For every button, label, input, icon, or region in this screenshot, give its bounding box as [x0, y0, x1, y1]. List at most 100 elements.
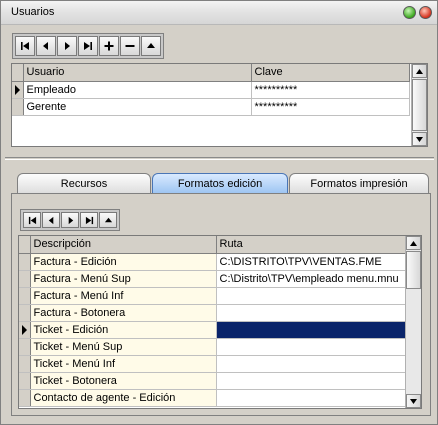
first-record-icon — [28, 216, 36, 224]
scroll-down-button[interactable] — [406, 394, 421, 408]
previous-record-icon — [48, 216, 53, 224]
formats-navigator — [20, 209, 120, 231]
ruta-cell[interactable] — [216, 304, 406, 322]
scroll-up-icon — [410, 240, 417, 246]
first-record-icon — [21, 42, 29, 50]
users-table: Usuario Clave Empleado ********** Gerent… — [12, 64, 410, 116]
table-row[interactable]: Empleado ********** — [12, 81, 410, 99]
scroll-down-button[interactable] — [412, 132, 427, 146]
row-indicator — [19, 338, 31, 356]
usuarios-window: Usuarios Usuario Clave Empleado ********… — [0, 0, 438, 425]
descripcion-cell[interactable]: Factura - Menú Inf — [30, 287, 217, 305]
descripcion-cell[interactable]: Ticket - Botonera — [30, 372, 217, 390]
add-record-icon — [104, 41, 114, 51]
descripcion-cell[interactable]: Factura - Menú Sup — [30, 270, 217, 288]
delete-record-icon — [125, 45, 135, 47]
table-row[interactable]: Gerente ********** — [12, 98, 410, 116]
move-up-icon — [147, 43, 155, 48]
row-indicator — [19, 372, 31, 390]
move-up-button[interactable] — [99, 212, 117, 228]
table-row[interactable]: Ticket - Menú Inf — [19, 355, 406, 373]
scroll-thumb[interactable] — [406, 251, 421, 289]
table-row[interactable]: Factura - Menú Sup C:\Distrito\TPV\emple… — [19, 270, 406, 288]
ruta-cell-selected[interactable] — [216, 321, 406, 339]
usuario-cell[interactable]: Empleado — [23, 81, 252, 99]
table-row[interactable]: Ticket - Edición — [19, 321, 406, 339]
column-header-ruta[interactable]: Ruta — [216, 236, 406, 254]
row-indicator — [19, 321, 31, 339]
last-record-button[interactable] — [80, 212, 98, 228]
delete-record-button[interactable] — [120, 36, 140, 56]
table-row[interactable]: Ticket - Botonera — [19, 372, 406, 390]
scroll-up-button[interactable] — [406, 236, 421, 250]
ruta-cell[interactable]: C:\Distrito\TPV\empleado menu.mnu — [216, 270, 406, 288]
column-header-descripcion[interactable]: Descripción — [30, 236, 217, 254]
table-row[interactable]: Contacto de agente - Edición — [19, 389, 406, 407]
close-button[interactable] — [419, 6, 432, 19]
formats-table: Descripción Ruta Factura - Edición C:\DI… — [19, 236, 406, 407]
last-record-button[interactable] — [78, 36, 98, 56]
formats-scrollbar[interactable] — [405, 236, 421, 408]
descripcion-cell[interactable]: Factura - Botonera — [30, 304, 217, 322]
users-scrollbar[interactable] — [411, 64, 427, 146]
ruta-cell[interactable] — [216, 355, 406, 373]
row-indicator — [19, 287, 31, 305]
ruta-cell[interactable] — [216, 338, 406, 356]
window-title: Usuarios — [11, 6, 55, 18]
next-record-icon — [68, 216, 73, 224]
scroll-up-icon — [416, 68, 423, 74]
row-indicator — [12, 98, 24, 116]
previous-record-icon — [43, 42, 48, 50]
move-up-button[interactable] — [141, 36, 161, 56]
scroll-thumb[interactable] — [412, 79, 427, 131]
tab-formatos-impresion[interactable]: Formatos impresión — [289, 173, 429, 195]
column-header-usuario[interactable]: Usuario — [23, 64, 252, 82]
last-record-icon — [85, 216, 93, 224]
row-indicator — [19, 304, 31, 322]
usuario-cell[interactable]: Gerente — [23, 98, 252, 116]
row-indicator — [19, 355, 31, 373]
users-grid: Usuario Clave Empleado ********** Gerent… — [11, 63, 428, 147]
formats-header-row: Descripción Ruta — [19, 236, 406, 254]
descripcion-cell[interactable]: Ticket - Menú Inf — [30, 355, 217, 373]
clave-cell[interactable]: ********** — [251, 81, 410, 99]
descripcion-cell[interactable]: Contacto de agente - Edición — [30, 389, 217, 407]
tab-recursos[interactable]: Recursos — [17, 173, 151, 195]
title-bar: Usuarios — [1, 1, 437, 25]
next-record-button[interactable] — [57, 36, 77, 56]
row-indicator — [19, 270, 31, 288]
move-up-icon — [104, 217, 112, 222]
table-row[interactable]: Factura - Menú Inf — [19, 287, 406, 305]
scroll-down-icon — [416, 136, 423, 142]
splitter[interactable] — [5, 157, 434, 160]
scroll-up-button[interactable] — [412, 64, 427, 78]
first-record-button[interactable] — [15, 36, 35, 56]
ruta-cell[interactable] — [216, 372, 406, 390]
scroll-down-icon — [410, 398, 417, 404]
next-record-icon — [65, 42, 70, 50]
previous-record-button[interactable] — [42, 212, 60, 228]
previous-record-button[interactable] — [36, 36, 56, 56]
descripcion-cell[interactable]: Factura - Edición — [30, 253, 217, 271]
descripcion-cell[interactable]: Ticket - Menú Sup — [30, 338, 217, 356]
table-row[interactable]: Factura - Edición C:\DISTRITO\TPV\VENTAS… — [19, 253, 406, 271]
table-row[interactable]: Ticket - Menú Sup — [19, 338, 406, 356]
row-indicator — [12, 81, 24, 99]
users-header-row: Usuario Clave — [12, 64, 410, 82]
clave-cell[interactable]: ********** — [251, 98, 410, 116]
current-row-arrow-icon — [15, 84, 20, 95]
add-record-button[interactable] — [99, 36, 119, 56]
maximize-button[interactable] — [403, 6, 416, 19]
first-record-button[interactable] — [23, 212, 41, 228]
table-row[interactable]: Factura - Botonera — [19, 304, 406, 322]
row-indicator — [19, 389, 31, 407]
current-row-arrow-icon — [22, 324, 27, 335]
next-record-button[interactable] — [61, 212, 79, 228]
descripcion-cell[interactable]: Ticket - Edición — [30, 321, 217, 339]
ruta-cell[interactable]: C:\DISTRITO\TPV\VENTAS.FME — [216, 253, 406, 271]
ruta-cell[interactable] — [216, 287, 406, 305]
last-record-icon — [84, 42, 92, 50]
ruta-cell[interactable] — [216, 389, 406, 407]
row-indicator — [19, 253, 31, 271]
column-header-clave[interactable]: Clave — [251, 64, 410, 82]
